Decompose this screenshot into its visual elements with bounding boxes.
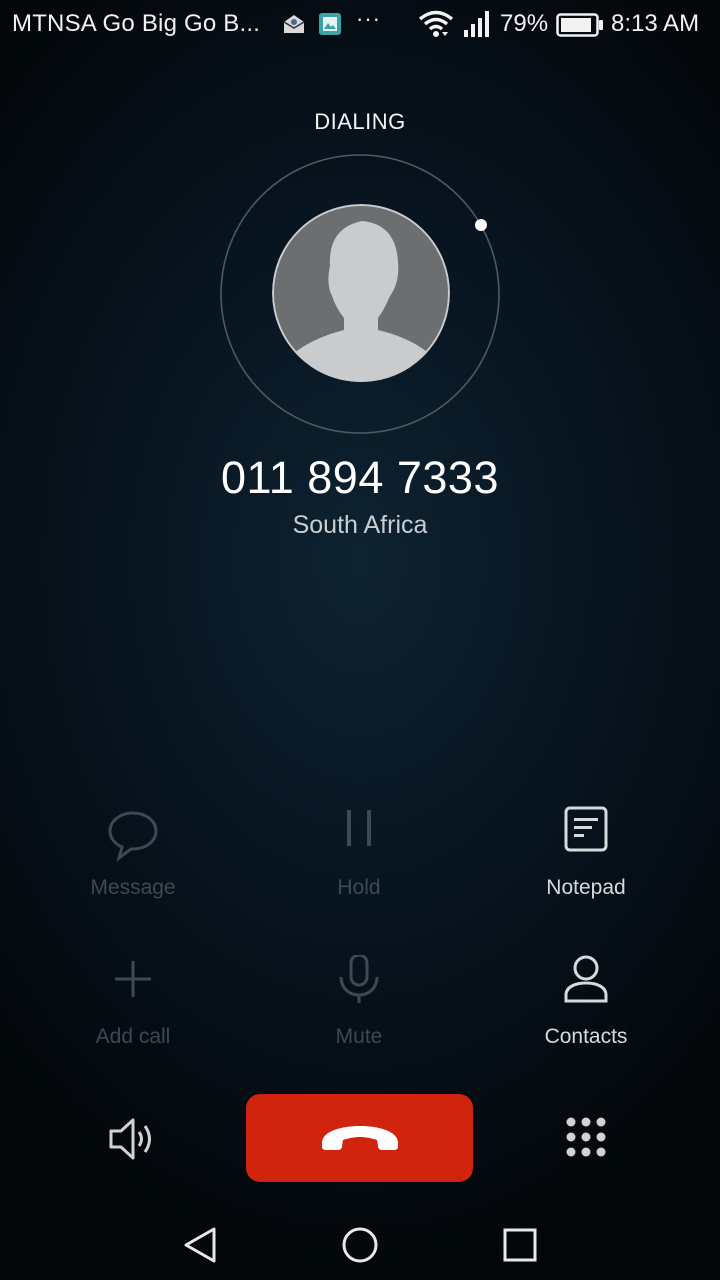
battery-percent: 79% <box>500 10 549 37</box>
dialing-progress-dot <box>475 219 487 231</box>
message-button[interactable]: Message <box>43 806 223 900</box>
speaker-icon[interactable] <box>108 1116 158 1162</box>
plus-icon <box>115 961 151 997</box>
contacts-label: Contacts <box>544 1025 628 1048</box>
hold-button[interactable]: Hold <box>269 806 449 900</box>
notepad-button[interactable]: Notepad <box>496 806 676 900</box>
notepad-icon <box>564 806 608 852</box>
battery-icon <box>556 13 604 44</box>
mute-button[interactable]: Mute <box>269 955 449 1049</box>
more-notifications-icon: ··· <box>356 6 381 31</box>
mute-label: Mute <box>335 1025 383 1048</box>
mail-notification-icon <box>282 12 306 43</box>
person-icon <box>564 955 608 1003</box>
hang-up-icon <box>321 1126 398 1150</box>
number-location: South Africa <box>292 511 428 539</box>
end-call-button[interactable] <box>246 1094 473 1182</box>
signal-icon <box>464 10 494 45</box>
gallery-notification-icon <box>318 12 342 43</box>
dialpad-icon[interactable] <box>565 1116 607 1158</box>
contacts-button[interactable]: Contacts <box>496 955 676 1049</box>
navigation-bar <box>0 1210 720 1280</box>
call-state: DIALING <box>314 109 406 134</box>
wifi-icon <box>418 10 454 45</box>
back-triangle-icon[interactable] <box>180 1225 220 1265</box>
clock: 8:13 AM <box>611 10 700 37</box>
phone-number: 011 894 7333 <box>221 452 499 503</box>
notepad-label: Notepad <box>546 876 626 899</box>
add-call-button[interactable]: Add call <box>43 955 223 1049</box>
message-label: Message <box>90 876 176 899</box>
status-bar: MTNSA Go Big Go B... ··· 79% 8:13 AM <box>0 0 720 50</box>
hold-label: Hold <box>337 876 381 899</box>
recents-square-icon[interactable] <box>500 1225 540 1265</box>
pause-icon <box>347 810 371 846</box>
contact-avatar <box>272 204 450 382</box>
person-silhouette-icon <box>272 204 450 382</box>
microphone-icon <box>339 955 379 1003</box>
message-icon <box>108 811 158 862</box>
add-call-label: Add call <box>95 1025 171 1048</box>
carrier-name: MTNSA Go Big Go B... <box>12 10 261 37</box>
home-circle-icon[interactable] <box>340 1225 380 1265</box>
